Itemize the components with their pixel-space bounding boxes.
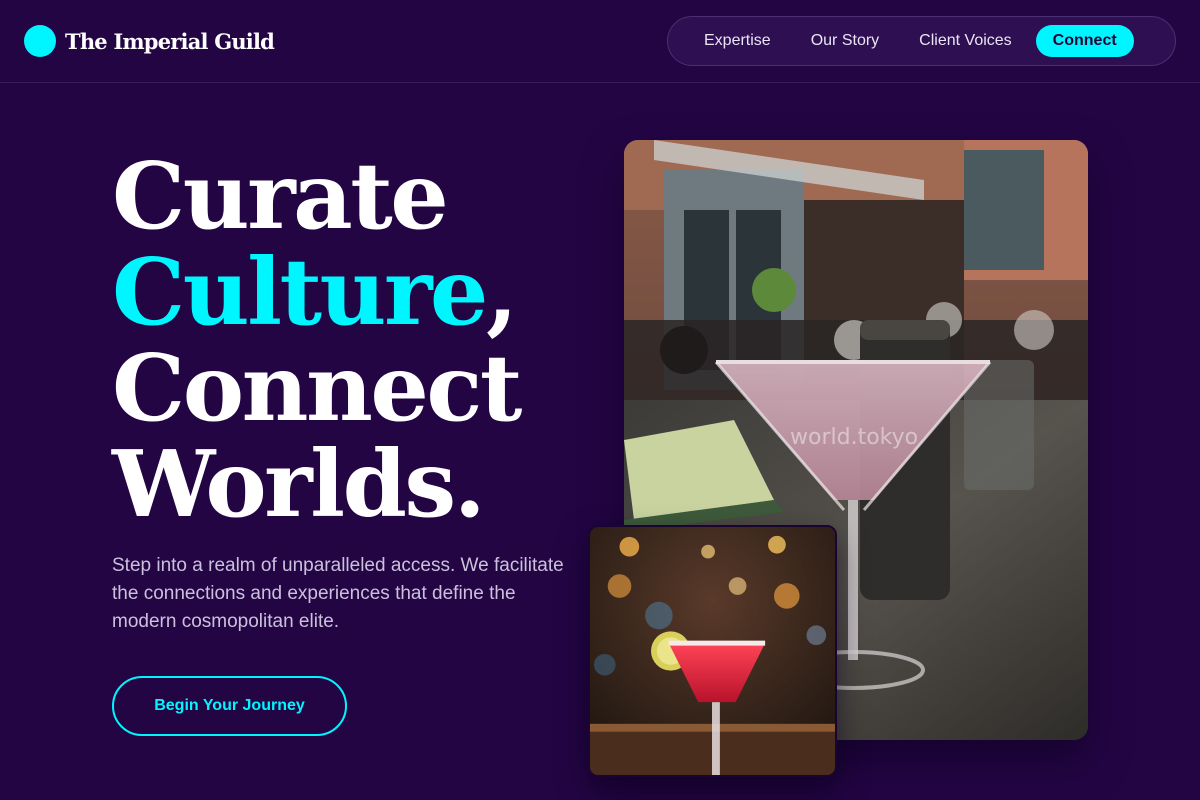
- headline-line-1: Curate: [112, 142, 449, 250]
- site-header: The Imperial Guild Expertise Our Story C…: [0, 0, 1200, 83]
- main-nav: Expertise Our Story Client Voices Connec…: [667, 16, 1176, 66]
- nav-link-our-story[interactable]: Our Story: [791, 25, 899, 57]
- brand-logo-icon: [24, 25, 56, 57]
- hero-subtext: Step into a realm of unparalleled access…: [112, 555, 564, 632]
- margarita-bar-photo: [588, 525, 837, 777]
- headline-accent-word: Culture: [112, 238, 488, 346]
- headline-line-4: Worlds.: [112, 430, 486, 538]
- headline-comma: ,: [485, 238, 518, 346]
- headline-line-3: Connect: [112, 334, 522, 442]
- hero-headline: Curate Culture, Connect Worlds.: [112, 142, 522, 538]
- brand[interactable]: The Imperial Guild: [24, 25, 275, 57]
- nav-link-client-voices[interactable]: Client Voices: [899, 25, 1032, 57]
- margarita-photo-illustration: [590, 527, 835, 775]
- connect-button[interactable]: Connect: [1035, 25, 1134, 57]
- nav-link-expertise[interactable]: Expertise: [684, 25, 791, 57]
- headline-line-2: Culture,: [112, 244, 520, 340]
- begin-journey-button[interactable]: Begin Your Journey: [112, 676, 347, 736]
- brand-name: The Imperial Guild: [65, 28, 275, 54]
